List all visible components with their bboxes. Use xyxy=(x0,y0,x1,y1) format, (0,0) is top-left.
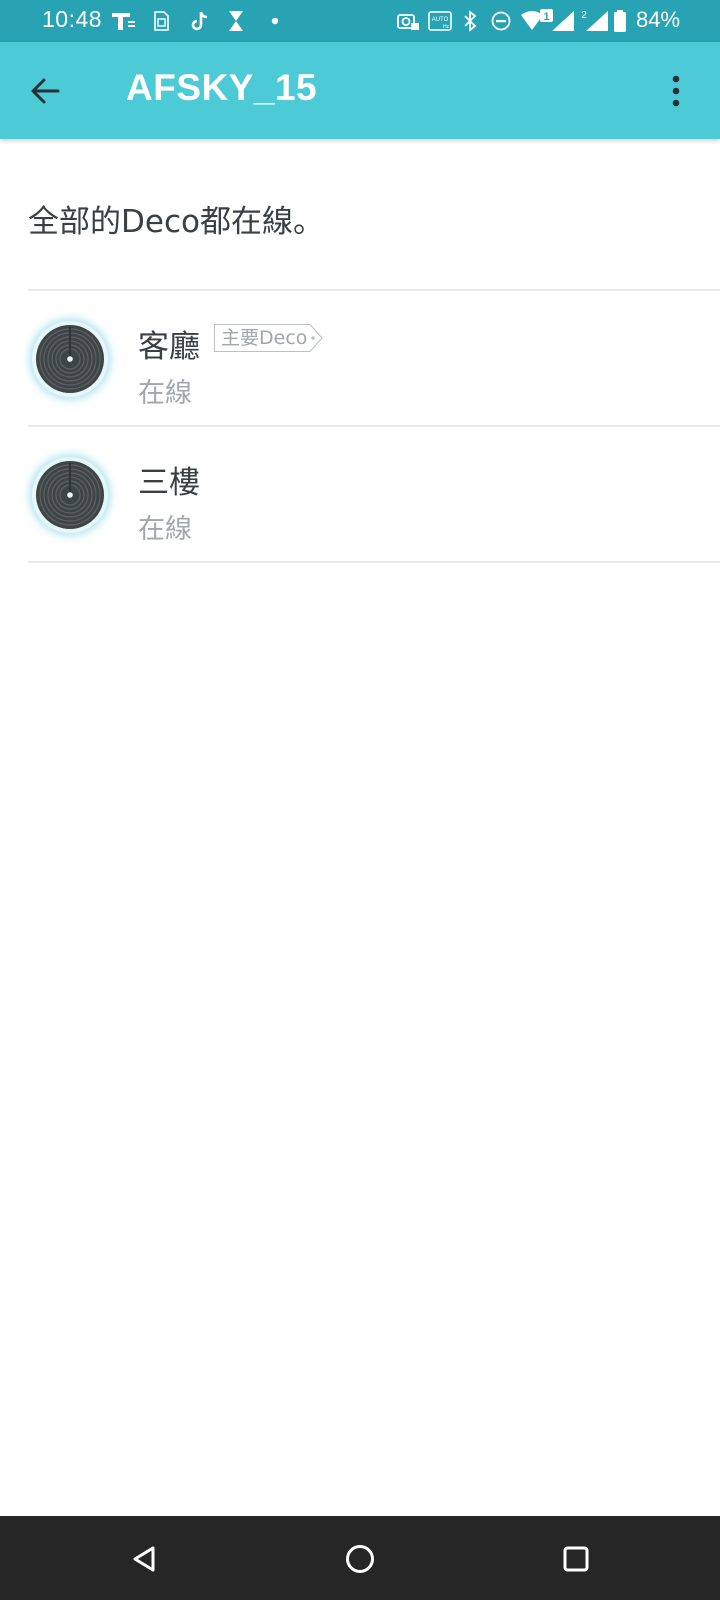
tiktok-icon xyxy=(191,11,208,31)
do-not-disturb-icon xyxy=(491,11,511,31)
nav-back-button[interactable] xyxy=(121,1536,167,1582)
app-bar: AFSKY_15 xyxy=(0,42,720,139)
sim-card-icon xyxy=(154,11,169,31)
battery-percentage: 84% xyxy=(636,7,681,32)
status-bar: 10:48 AUTO Hz 1 2 84% xyxy=(0,0,720,42)
device-name: 客廳 xyxy=(138,329,200,365)
arrow-left-icon xyxy=(31,78,60,104)
svg-text:1: 1 xyxy=(543,11,549,23)
deco-device-row[interactable]: 客廳 主要Deco 在線 xyxy=(0,291,720,425)
camera-lock-icon xyxy=(397,14,419,30)
svg-text:AUTO: AUTO xyxy=(432,17,449,23)
tag-arrow-icon xyxy=(309,324,324,352)
divider xyxy=(28,561,720,563)
nav-home-icon xyxy=(346,1545,374,1573)
device-status: 在線 xyxy=(138,378,192,409)
device-name: 三樓 xyxy=(138,465,200,501)
battery-icon xyxy=(614,10,626,32)
network-status-summary: 全部的Deco都在線。 xyxy=(28,204,324,240)
more-options-button[interactable] xyxy=(656,68,696,114)
svg-text:2: 2 xyxy=(581,10,587,21)
nav-recents-icon xyxy=(563,1546,589,1572)
wifi-icon: 1 xyxy=(521,9,553,30)
back-button[interactable] xyxy=(22,68,68,114)
deco-device-icon xyxy=(36,461,104,529)
deco-device-row[interactable]: 三樓 在線 xyxy=(0,427,720,561)
deco-avatar xyxy=(32,321,108,397)
nav-back-icon xyxy=(133,1546,155,1572)
system-nav-bar xyxy=(0,1516,720,1600)
signal-sim2-icon: 2 xyxy=(581,10,608,31)
dot-icon xyxy=(271,17,279,25)
more-vert-icon xyxy=(672,75,680,107)
nav-recents-button[interactable] xyxy=(553,1536,599,1582)
page-title: AFSKY_15 xyxy=(126,67,318,108)
notification-app-icon xyxy=(229,11,243,31)
main-deco-tag-label: 主要Deco xyxy=(214,324,310,352)
deco-avatar xyxy=(32,457,108,533)
signal-sim1-icon xyxy=(552,11,574,31)
auto-hz-icon: AUTO Hz xyxy=(428,11,452,31)
main-deco-tag: 主要Deco xyxy=(214,324,324,352)
carrier-t-icon xyxy=(112,13,135,30)
svg-text:Hz: Hz xyxy=(443,24,450,30)
device-status: 在線 xyxy=(138,514,192,545)
nav-home-button[interactable] xyxy=(337,1536,383,1582)
status-time: 10:48 xyxy=(42,6,103,32)
bluetooth-icon xyxy=(464,10,477,32)
deco-device-icon xyxy=(36,325,104,393)
